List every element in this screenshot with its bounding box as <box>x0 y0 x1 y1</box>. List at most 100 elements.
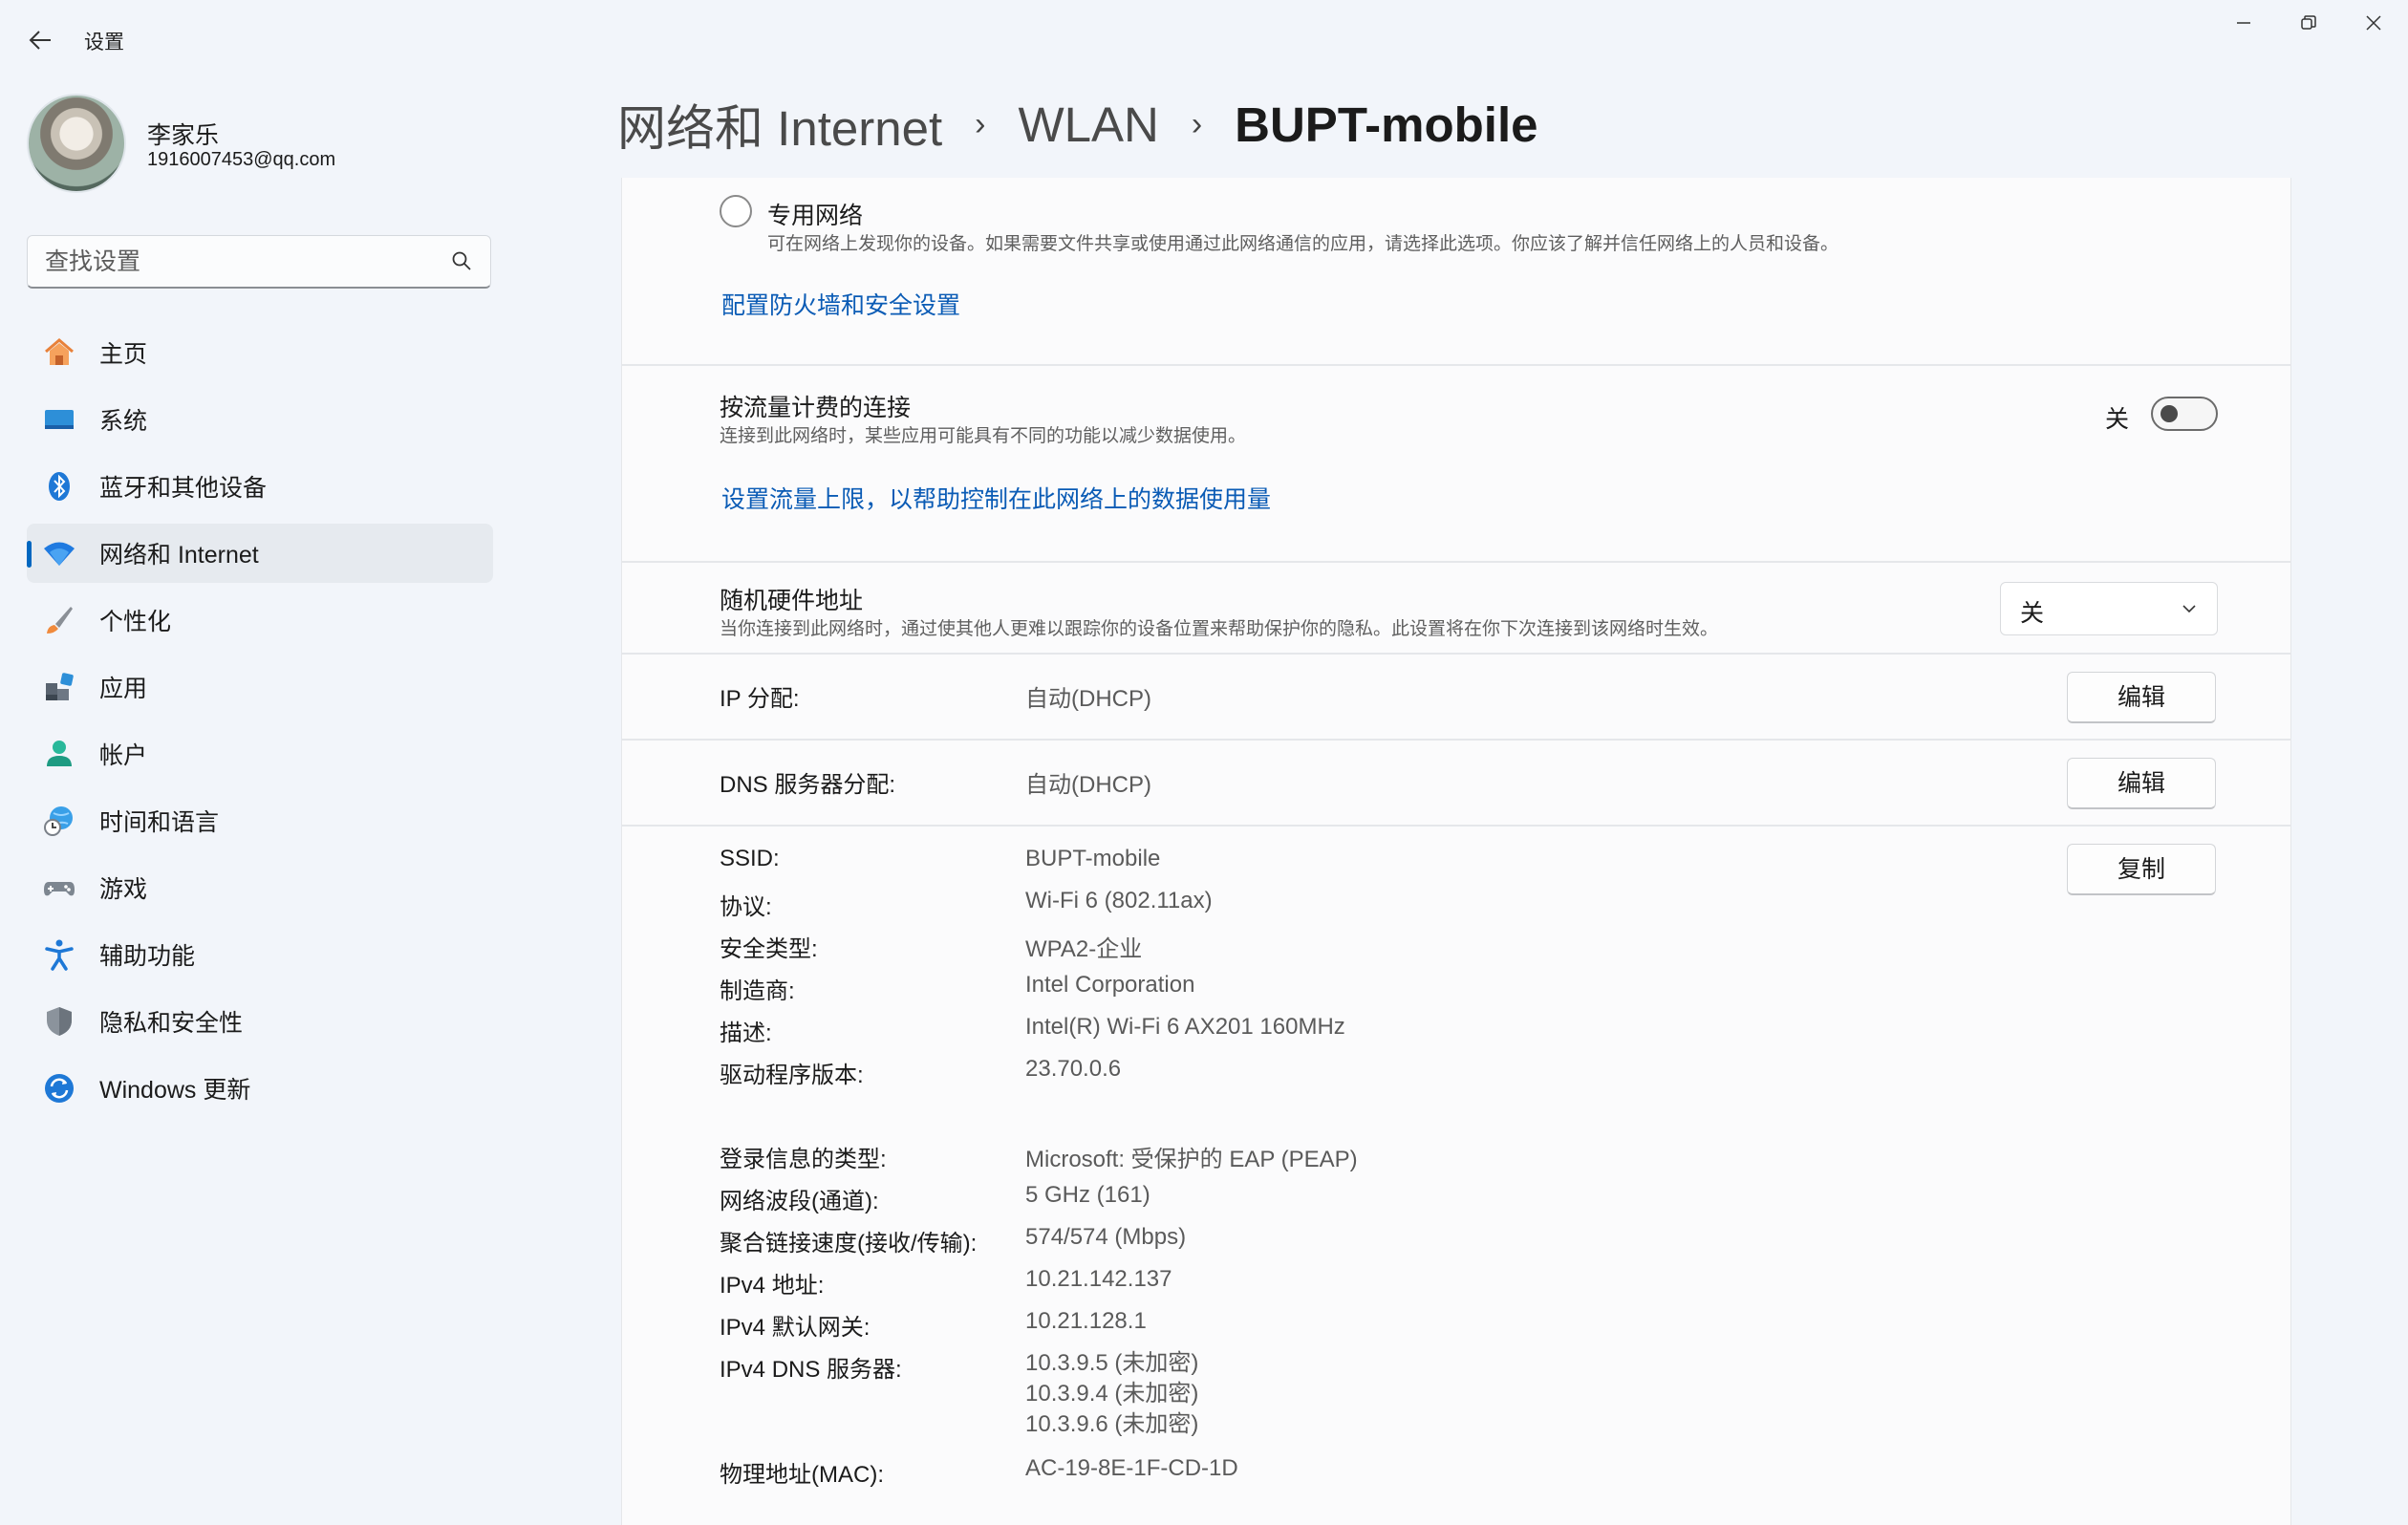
property-label: 物理地址(MAC): <box>720 1462 884 1488</box>
home-icon <box>45 338 74 365</box>
sidebar-item-system[interactable]: 系统 <box>27 390 493 449</box>
sidebar-item-personalization[interactable]: 个性化 <box>27 591 493 650</box>
driver-version-value: 23.70.0.6 <box>1025 1056 1122 1082</box>
private-network-radio[interactable] <box>720 195 752 227</box>
windows-update-icon <box>45 1074 74 1103</box>
chevron-right-icon: › <box>975 105 986 142</box>
ipv4-gateway-value: 10.21.128.1 <box>1025 1308 1147 1334</box>
sidebar-item-gaming[interactable]: 游戏 <box>27 858 493 917</box>
description-value: Intel(R) Wi-Fi 6 AX201 160MHz <box>1025 1014 1345 1040</box>
ipv4-dns-list: 10.3.9.5 (未加密) 10.3.9.4 (未加密) 10.3.9.6 (… <box>1025 1348 1198 1440</box>
property-label: 制造商: <box>720 978 795 1004</box>
property-label: IPv4 默认网关: <box>720 1315 871 1341</box>
minimize-button[interactable] <box>2215 6 2272 40</box>
chevron-right-icon: › <box>1191 105 1203 142</box>
sidebar-item-privacy[interactable]: 隐私和安全性 <box>27 992 493 1051</box>
ip-edit-button[interactable]: 编辑 <box>2067 672 2216 723</box>
mac-address-value: AC-19-8E-1F-CD-1D <box>1025 1455 1238 1481</box>
search-input[interactable] <box>45 246 446 278</box>
sidebar-item-label: 个性化 <box>99 609 172 635</box>
ssid-value: BUPT-mobile <box>1025 846 1161 871</box>
protocol-value: Wi-Fi 6 (802.11ax) <box>1025 888 1213 913</box>
chevron-down-icon <box>2182 605 2196 613</box>
close-icon <box>2366 15 2381 31</box>
sidebar-item-label: 游戏 <box>99 876 148 903</box>
back-button[interactable] <box>21 21 59 59</box>
sidebar-item-time-language[interactable]: 时间和语言 <box>27 791 493 850</box>
random-mac-dropdown[interactable]: 关 <box>2000 582 2218 635</box>
network-profile-card: 专用网络 可在网络上发现你的设备。如果需要文件共享或使用通过此网络通信的应用，请… <box>621 178 2291 365</box>
sidebar-item-windows-update[interactable]: Windows 更新 <box>27 1059 493 1118</box>
firewall-settings-link[interactable]: 配置防火墙和安全设置 <box>721 287 960 321</box>
metered-connection-card: 按流量计费的连接 连接到此网络时，某些应用可能具有不同的功能以减少数据使用。 关… <box>621 365 2291 562</box>
property-label: IPv4 DNS 服务器: <box>720 1357 902 1383</box>
ipv4-dns-value: 10.3.9.5 (未加密) <box>1025 1350 1199 1376</box>
app-title: 设置 <box>84 32 124 54</box>
private-network-title: 专用网络 <box>767 203 864 229</box>
property-label: 聚合链接速度(接收/传输): <box>720 1231 978 1257</box>
breadcrumb-item-network[interactable]: 网络和 Internet <box>617 89 942 160</box>
sign-in-type-value: Microsoft: 受保护的 EAP (PEAP) <box>1025 1147 1358 1172</box>
copy-button[interactable]: 复制 <box>2067 844 2216 895</box>
sidebar-item-label: 应用 <box>99 676 148 702</box>
sidebar-item-home[interactable]: 主页 <box>27 323 493 382</box>
sidebar-nav: 主页 系统 蓝牙和其他设备 网络和 Internet 个性化 应用 帐户 时间和… <box>27 323 493 1126</box>
manufacturer-value: Intel Corporation <box>1025 972 1195 998</box>
ipv4-address-value: 10.21.142.137 <box>1025 1266 1172 1292</box>
bluetooth-icon <box>49 472 70 501</box>
sidebar-item-label: Windows 更新 <box>99 1077 251 1104</box>
back-arrow-icon <box>29 31 51 50</box>
sidebar-item-label: 网络和 Internet <box>99 542 259 569</box>
ipv4-dns-value: 10.3.9.4 (未加密) <box>1025 1381 1199 1407</box>
page-title: BUPT-mobile <box>1235 97 1538 152</box>
user-name: 李家乐 <box>147 122 220 149</box>
security-type-value: WPA2-企业 <box>1025 936 1143 962</box>
ip-assignment-value: 自动(DHCP) <box>1025 686 1151 712</box>
accessibility-icon <box>45 939 74 971</box>
paintbrush-icon <box>47 607 73 634</box>
metered-toggle-state: 关 <box>2105 406 2130 433</box>
property-label: 驱动程序版本: <box>720 1063 864 1088</box>
property-label: 描述: <box>720 1020 772 1046</box>
avatar[interactable] <box>27 94 126 193</box>
property-label: SSID: <box>720 846 780 871</box>
property-label: IPv4 地址: <box>720 1273 825 1299</box>
metered-connection-toggle[interactable] <box>2151 397 2218 431</box>
sidebar-item-label: 辅助功能 <box>99 943 196 970</box>
metered-connection-title: 按流量计费的连接 <box>720 395 912 421</box>
property-label: 网络波段(通道): <box>720 1189 879 1214</box>
content-area: 专用网络 可在网络上发现你的设备。如果需要文件共享或使用通过此网络通信的应用，请… <box>621 178 2291 1525</box>
properties-card: 复制 SSID: BUPT-mobile 协议: Wi-Fi 6 (802.11… <box>621 826 2291 1525</box>
dns-assignment-label: DNS 服务器分配: <box>720 772 896 798</box>
random-mac-selected: 关 <box>2020 600 2045 627</box>
random-mac-title: 随机硬件地址 <box>720 588 864 614</box>
sidebar-item-bluetooth[interactable]: 蓝牙和其他设备 <box>27 457 493 516</box>
link-speed-value: 574/574 (Mbps) <box>1025 1224 1187 1250</box>
sidebar-item-apps[interactable]: 应用 <box>27 657 493 717</box>
gamepad-icon <box>44 882 75 896</box>
data-limit-link[interactable]: 设置流量上限，以帮助控制在此网络上的数据使用量 <box>721 481 1271 515</box>
sidebar-item-accounts[interactable]: 帐户 <box>27 724 493 784</box>
system-display-icon <box>45 410 74 429</box>
sidebar-item-network[interactable]: 网络和 Internet <box>27 524 493 583</box>
dns-assignment-value: 自动(DHCP) <box>1025 772 1151 798</box>
wifi-icon <box>44 542 75 566</box>
sidebar-item-accessibility[interactable]: 辅助功能 <box>27 925 493 984</box>
restore-button[interactable] <box>2280 6 2337 40</box>
account-icon <box>47 741 72 766</box>
ipv4-dns-value: 10.3.9.6 (未加密) <box>1025 1411 1199 1437</box>
restore-icon <box>2301 15 2316 30</box>
search-box[interactable] <box>27 235 491 289</box>
dns-assignment-card: DNS 服务器分配: 自动(DHCP) 编辑 <box>621 740 2291 826</box>
network-band-value: 5 GHz (161) <box>1025 1182 1150 1208</box>
random-mac-card: 随机硬件地址 当你连接到此网络时，通过使其他人更难以跟踪你的设备位置来帮助保护你… <box>621 562 2291 654</box>
dns-edit-button[interactable]: 编辑 <box>2067 758 2216 809</box>
sidebar-item-label: 帐户 <box>99 742 148 769</box>
close-button[interactable] <box>2345 6 2402 40</box>
sidebar-item-label: 蓝牙和其他设备 <box>99 475 268 502</box>
random-mac-description: 当你连接到此网络时，通过使其他人更难以跟踪你的设备位置来帮助保护你的隐私。此设置… <box>720 619 1719 639</box>
breadcrumb-item-wlan[interactable]: WLAN <box>1018 97 1158 153</box>
search-icon[interactable] <box>450 249 473 272</box>
globe-clock-icon <box>44 806 73 836</box>
apps-icon <box>46 673 74 700</box>
